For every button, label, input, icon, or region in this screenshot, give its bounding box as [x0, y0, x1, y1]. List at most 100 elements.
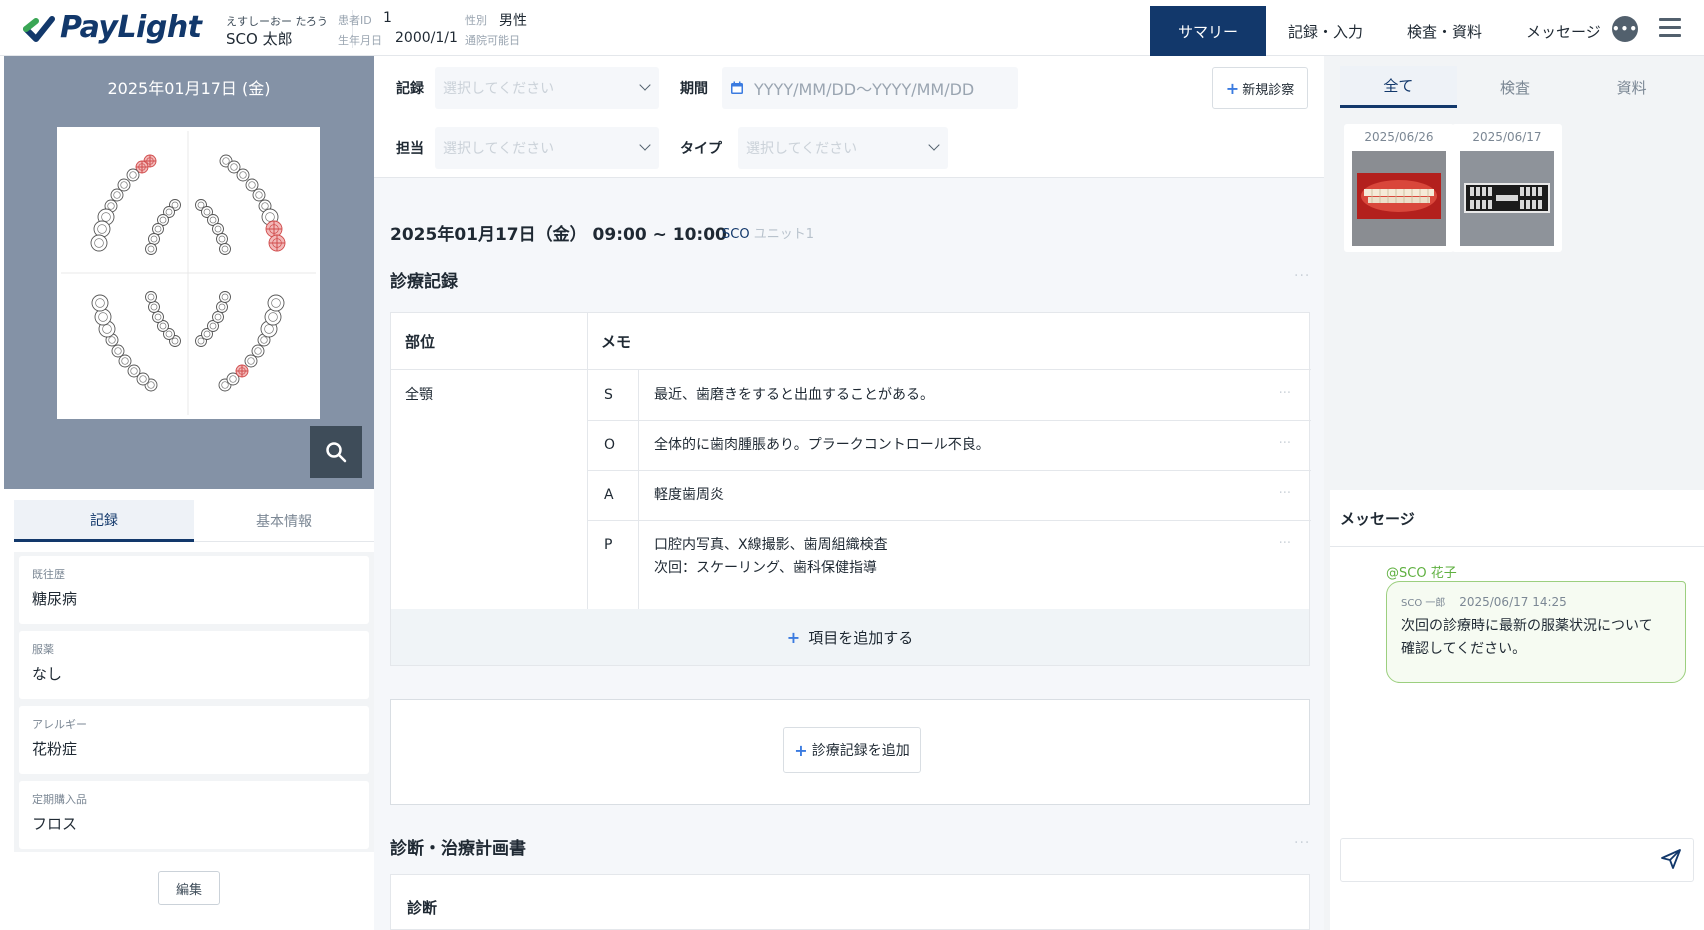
soap-key-p: P [604, 537, 613, 553]
tooth-marked[interactable] [268, 234, 286, 252]
ellipsis-icon[interactable]: ··· [1279, 486, 1291, 501]
row-divider [588, 470, 1311, 471]
period-date-range-input[interactable]: YYYY/MM/DD〜YYYY/MM/DD [722, 67, 1018, 109]
hamburger-menu-icon[interactable] [1659, 18, 1681, 38]
nav-exams[interactable]: 検査・資料 [1385, 6, 1504, 56]
row-divider [588, 520, 1311, 521]
row-divider [588, 420, 1311, 421]
part-value: 全顎 [405, 387, 433, 403]
tooth[interactable] [145, 243, 157, 255]
tab-docs[interactable]: 資料 [1573, 66, 1690, 108]
add-record-button[interactable]: + 診療記録を追加 [783, 727, 921, 773]
record-select[interactable]: 選択してください [435, 67, 659, 109]
chart-date: 2025年01月17日 (金) [107, 79, 271, 98]
tooth[interactable] [93, 220, 111, 238]
filter-bar: 記録 選択してください 期間 YYYY/MM/DD〜YYYY/MM/DD + 新… [374, 56, 1324, 178]
unit-name: ユニット1 [753, 227, 814, 242]
edit-button[interactable]: 編集 [158, 871, 220, 905]
info-label: アレルギー [32, 718, 87, 731]
tooth[interactable] [219, 243, 231, 255]
tooth[interactable] [145, 291, 157, 303]
plus-icon: + [794, 740, 808, 760]
edit-bar: 編集 [0, 864, 374, 930]
tab-exam[interactable]: 検査 [1457, 66, 1574, 108]
zoom-search-button[interactable] [310, 426, 362, 478]
visit-days-label: 通院可能日 [465, 34, 520, 47]
tooth[interactable] [212, 311, 224, 323]
media-thumb-photo[interactable]: 2025/06/26 [1344, 124, 1454, 252]
tooth[interactable] [91, 294, 109, 312]
brand-logo[interactable]: PayLight [22, 10, 202, 45]
new-consultation-button[interactable]: + 新規診察 [1212, 67, 1308, 109]
tooth[interactable] [90, 234, 108, 252]
patient-id-value: 1 [383, 10, 392, 26]
soap-text-p[interactable]: 口腔内写真、X線撮影、歯周組織検査 [654, 534, 888, 557]
col-header-memo: メモ [601, 332, 632, 351]
teeth-diagram[interactable] [57, 127, 320, 419]
add-record-label: 診療記録を追加 [811, 743, 910, 759]
soap-text-o[interactable]: 全体的に歯肉腫脹あり。プラークコントロール不良。 [654, 434, 990, 457]
info-card-medication: 服薬 なし [19, 631, 369, 699]
message-input[interactable] [1340, 838, 1694, 882]
send-icon[interactable] [1660, 848, 1682, 870]
tooth[interactable] [152, 311, 164, 323]
staff-select[interactable]: 選択してください [435, 127, 659, 169]
message-bubble: SCO 一郎 2025/06/17 14:25 次回の診療時に最新の服薬状況につ… [1386, 581, 1686, 683]
tooth[interactable] [216, 233, 228, 245]
tooth-marked[interactable] [265, 220, 283, 238]
tooth[interactable] [216, 301, 228, 313]
thumb-date: 2025/06/17 [1472, 130, 1542, 144]
tooth[interactable] [127, 364, 141, 378]
info-card-history: 既往歴 糖尿病 [19, 556, 369, 624]
soap-text-a[interactable]: 軽度歯周炎 [654, 484, 724, 507]
ellipsis-icon[interactable]: ··· [1279, 536, 1291, 551]
tooth[interactable] [267, 294, 285, 312]
filter-type-label: タイプ [680, 141, 722, 157]
new-consultation-label: 新規診察 [1242, 82, 1295, 98]
type-select[interactable]: 選択してください [738, 127, 948, 169]
nav-messages[interactable]: メッセージ [1504, 6, 1623, 56]
logo-mark-icon [23, 15, 55, 42]
col-header-part: 部位 [405, 332, 436, 351]
main-nav: サマリー 記録・入力 検査・資料 メッセージ [1150, 6, 1623, 56]
soap-text-p-2[interactable]: 次回：スケーリング、歯科保健指導 [654, 557, 877, 580]
chat-bubble-icon[interactable]: ••• [1612, 16, 1638, 42]
tooth[interactable] [111, 344, 125, 358]
ellipsis-icon[interactable]: ··· [1294, 835, 1310, 851]
info-card-allergy: アレルギー 花粉症 [19, 706, 369, 774]
plan-section-title: 診断・治療計画書 [390, 839, 526, 859]
tab-all[interactable]: 全て [1340, 66, 1457, 108]
ellipsis-icon[interactable]: ··· [1279, 386, 1291, 401]
app-header: PayLight えすしーおー たろう SCO 太郎 患者ID 1 性別 男性 … [0, 0, 1704, 56]
nav-summary[interactable]: サマリー [1150, 6, 1267, 56]
tooth[interactable] [212, 223, 224, 235]
tooth-marked[interactable] [235, 364, 249, 378]
media-thumb-xray[interactable]: 2025/06/17 [1452, 124, 1562, 252]
session-title: 2025年01月17日（金） 09:00 ~ 10:00 [390, 225, 727, 245]
tooth[interactable] [148, 233, 160, 245]
tab-basic-info[interactable]: 基本情報 [194, 500, 374, 542]
mention-tag[interactable]: @SCO 花子 [1386, 562, 1457, 581]
add-record-area: + 診療記録を追加 [390, 699, 1310, 805]
tooth[interactable] [264, 308, 282, 326]
dob-label: 生年月日 [338, 34, 382, 47]
ellipsis-icon[interactable]: ··· [1279, 436, 1291, 451]
soap-text-s[interactable]: 最近、歯磨きをすると出血することがある。 [654, 384, 934, 407]
ellipsis-icon[interactable]: ··· [1294, 268, 1310, 284]
col-divider [587, 313, 588, 609]
tooth[interactable] [236, 168, 250, 182]
tooth[interactable] [126, 168, 140, 182]
tooth[interactable] [219, 291, 231, 303]
dental-chart[interactable] [57, 127, 320, 419]
tooth[interactable] [152, 223, 164, 235]
tab-record[interactable]: 記録 [14, 500, 194, 542]
right-panel: 全て 検査 資料 2025/06/26 2025/06/17 メッセージ @SC… [1330, 56, 1704, 930]
tooth[interactable] [148, 301, 160, 313]
tooth[interactable] [110, 188, 124, 202]
nav-records[interactable]: 記録・入力 [1266, 6, 1385, 56]
add-item-button[interactable]: + 項目を追加する [391, 609, 1309, 665]
tooth[interactable] [252, 188, 266, 202]
info-value: 糖尿病 [32, 590, 78, 608]
tooth[interactable] [251, 344, 265, 358]
tooth[interactable] [94, 308, 112, 326]
